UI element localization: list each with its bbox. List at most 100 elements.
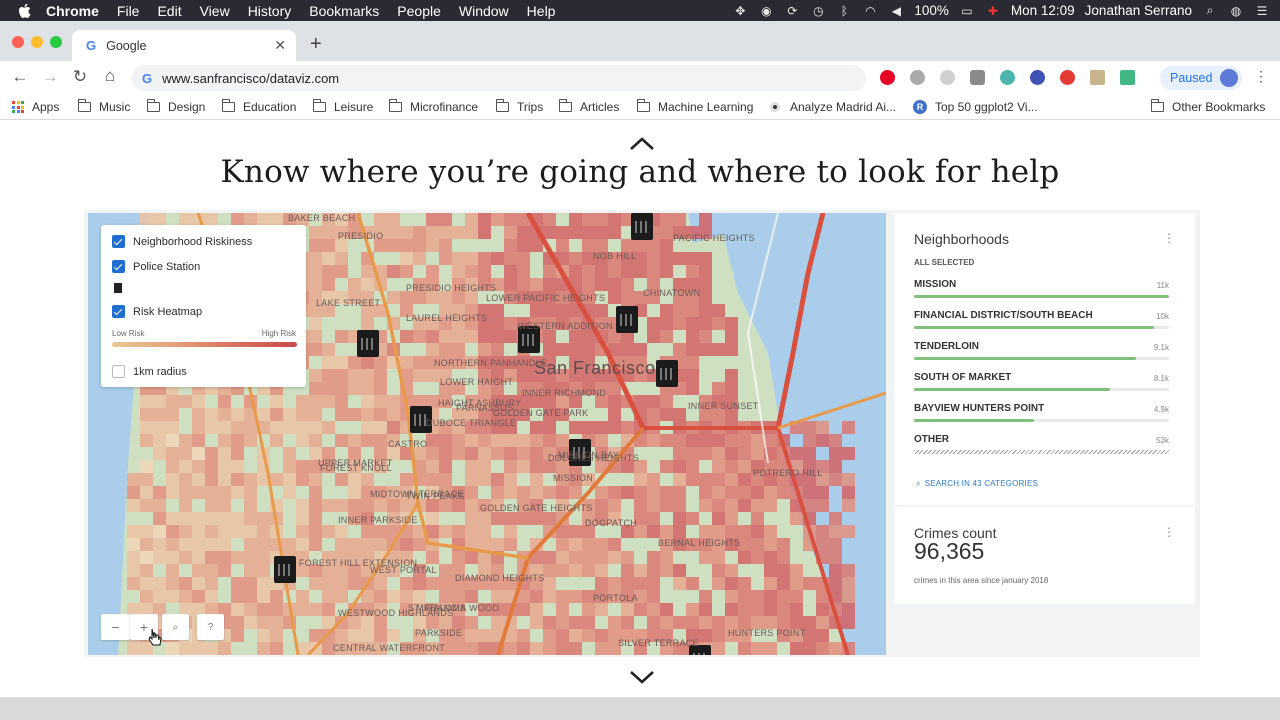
heatmap-cell (712, 460, 725, 473)
category-row[interactable]: MISSION 11k (914, 279, 1169, 298)
zoom-out-button[interactable]: − (101, 614, 130, 640)
reload-icon[interactable]: ↻ (70, 67, 90, 87)
bookmark-apps[interactable]: Apps (12, 100, 59, 114)
dropbox-icon[interactable]: ✥ (732, 4, 748, 18)
menu-history[interactable]: History (248, 3, 292, 19)
notification-center-icon[interactable]: ☰ (1254, 4, 1270, 18)
category-row[interactable]: FINANCIAL DISTRICT/SOUTH BEACH 10k (914, 310, 1169, 329)
heatmap-cell (140, 460, 153, 473)
category-row[interactable]: BAYVIEW HUNTERS POINT 4.9k (914, 403, 1169, 422)
maximize-window-button[interactable] (50, 36, 62, 48)
image-extension-icon[interactable] (1090, 70, 1105, 85)
widget-menu-icon[interactable]: ⋮ (1163, 525, 1175, 539)
apple-logo-icon[interactable] (18, 3, 32, 19)
heatmap-cell (634, 265, 647, 278)
back-arrow-icon[interactable]: ← (10, 67, 30, 87)
widget-menu-icon[interactable]: ⋮ (1163, 231, 1175, 245)
red-bolt-extension-icon[interactable] (1060, 70, 1075, 85)
macos-menubar: Chrome File Edit View History Bookmarks … (0, 0, 1280, 21)
map-help-button[interactable]: ? (197, 614, 224, 640)
scroll-up-chevron-icon[interactable] (628, 135, 656, 153)
siri-icon[interactable]: ◍ (1228, 4, 1244, 18)
close-window-button[interactable] (12, 36, 24, 48)
heatmap-cell (543, 512, 556, 525)
m-extension-icon[interactable] (1000, 70, 1015, 85)
magnifier-icon: ⌕ (172, 621, 179, 633)
bookmark-design[interactable]: Design (147, 99, 205, 114)
legend-police-station[interactable]: Police Station (112, 260, 200, 273)
home-icon[interactable]: ⌂ (100, 66, 120, 86)
menu-edit[interactable]: Edit (157, 3, 181, 19)
heatmap-cell (231, 434, 244, 447)
search-categories-link[interactable]: ⌕ SEARCH IN 43 CATEGORIES (916, 479, 1038, 489)
chrome-menu-icon[interactable]: ⋮ (1254, 68, 1268, 85)
checkbox-checked[interactable] (112, 235, 125, 248)
menu-file[interactable]: File (117, 3, 140, 19)
menu-bookmarks[interactable]: Bookmarks (309, 3, 379, 19)
bookmark-machine-learning[interactable]: Machine Learning (637, 99, 753, 114)
new-tab-button[interactable]: + (310, 33, 322, 56)
bookmark-microfinance[interactable]: Microfinance (389, 99, 478, 114)
category-row[interactable]: TENDERLOIN 9.1k (914, 341, 1169, 360)
menu-window[interactable]: Window (459, 3, 509, 19)
bluetooth-icon[interactable]: ᛒ (836, 4, 852, 18)
time-machine-icon[interactable]: ◷ (810, 4, 826, 18)
app-menu-chrome[interactable]: Chrome (46, 3, 99, 19)
menu-view[interactable]: View (200, 3, 230, 19)
checkbox-unchecked[interactable] (112, 365, 125, 378)
volume-icon[interactable]: ◀ (888, 4, 904, 18)
map-search-button[interactable]: ⌕ (162, 614, 189, 640)
heatmap-cell (309, 239, 322, 252)
close-tab-icon[interactable]: ✕ (274, 37, 286, 54)
circle-extension-icon[interactable] (940, 70, 955, 85)
heatmap-cell (179, 499, 192, 512)
heatmap-cell (140, 590, 153, 603)
sync-icon[interactable]: ⟳ (784, 4, 800, 18)
bookmark-education[interactable]: Education (222, 99, 296, 114)
bookmark-music[interactable]: Music (78, 99, 130, 114)
category-row[interactable]: SOUTH OF MARKET 8.1k (914, 372, 1169, 391)
wifi-icon[interactable]: ◠ (862, 4, 878, 18)
drive-extension-icon[interactable] (910, 70, 925, 85)
bookmark-leisure[interactable]: Leisure (313, 99, 373, 114)
battery-icon[interactable]: ▭ (959, 4, 975, 18)
address-bar-url[interactable]: www.sanfrancisco/dataviz.com (162, 71, 339, 86)
blue-dot-extension-icon[interactable] (1030, 70, 1045, 85)
tab-google[interactable]: G Google ✕ (72, 30, 296, 61)
forward-arrow-icon[interactable]: → (40, 67, 60, 87)
bookmark-other-bookmarks[interactable]: Other Bookmarks (1151, 99, 1265, 114)
spotlight-search-icon[interactable]: ⌕ (1202, 3, 1218, 18)
bookmark-articles[interactable]: Articles (559, 99, 619, 114)
pinterest-extension-icon[interactable] (880, 70, 895, 85)
legend-1km-radius[interactable]: 1km radius (112, 365, 187, 378)
category-row[interactable]: OTHER 53k (914, 434, 1169, 454)
heatmap-cell (270, 421, 283, 434)
heatmap-cell (556, 239, 569, 252)
heatmap-cell (647, 395, 660, 408)
menu-help[interactable]: Help (527, 3, 556, 19)
checkbox-checked[interactable] (112, 260, 125, 273)
shield-extension-icon[interactable] (970, 70, 985, 85)
heatmap-cell (361, 629, 374, 642)
heatmap-cell (179, 434, 192, 447)
address-bar[interactable]: G www.sanfrancisco/dataviz.com (132, 65, 866, 91)
heatmap-cell (816, 642, 829, 655)
heatmap-cell (205, 408, 218, 421)
bookmark-analyze-madrid[interactable]: Analyze Madrid Ai... (770, 100, 896, 114)
legend-neighborhood-riskiness[interactable]: Neighborhood Riskiness (112, 235, 252, 248)
menu-people[interactable]: People (397, 3, 441, 19)
eye-icon[interactable]: ◉ (758, 4, 774, 18)
bookmark-trips[interactable]: Trips (496, 99, 543, 114)
legend-risk-heatmap[interactable]: Risk Heatmap (112, 305, 202, 318)
user-name[interactable]: Jonathan Serrano (1085, 3, 1192, 18)
scroll-down-chevron-icon[interactable] (628, 668, 656, 686)
checkbox-checked[interactable] (112, 305, 125, 318)
profile-paused-button[interactable]: Paused (1160, 66, 1242, 90)
heatmap-cell (283, 421, 296, 434)
vue-extension-icon[interactable] (1120, 70, 1135, 85)
bookmark-top-50-ggplot2[interactable]: R Top 50 ggplot2 Vi... (913, 100, 1038, 114)
flag-icon[interactable]: ✚ (985, 4, 1001, 18)
heatmap-cell (257, 629, 270, 642)
clock[interactable]: Mon 12:09 (1011, 3, 1075, 18)
minimize-window-button[interactable] (31, 36, 43, 48)
